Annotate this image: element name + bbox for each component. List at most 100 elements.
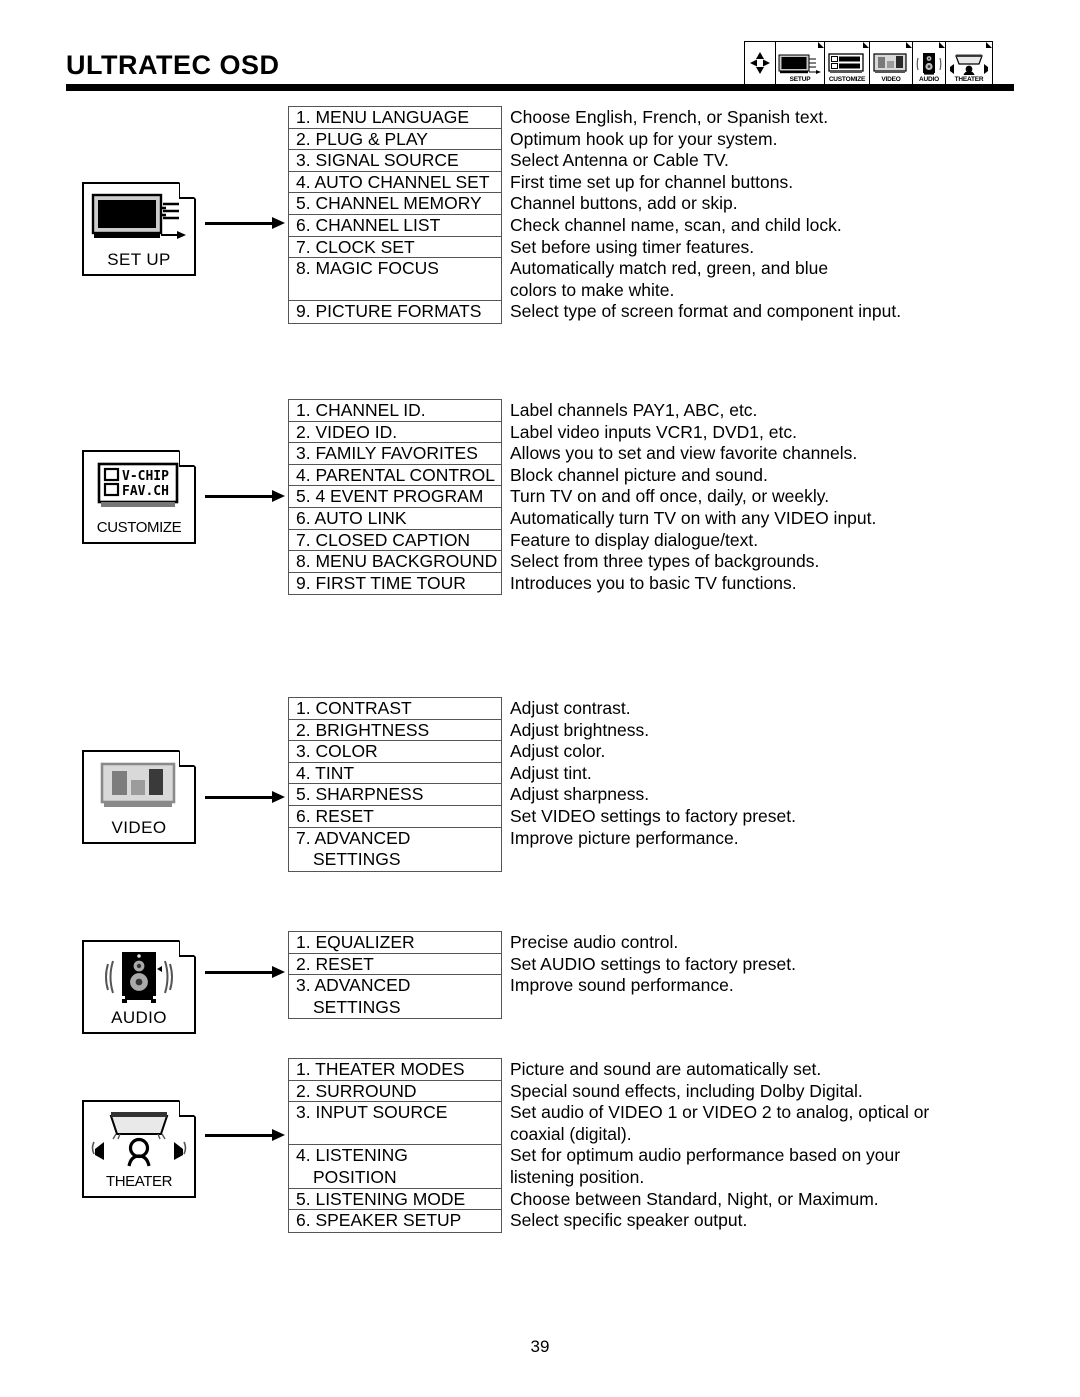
- description-text: Automatically match red, green, and blue: [510, 258, 829, 279]
- menu-item[interactable]: 1. EQUALIZER: [289, 932, 501, 954]
- description-text: Adjust brightness.: [510, 719, 650, 740]
- description-text: Feature to display dialogue/text.: [510, 529, 759, 550]
- description-text: Adjust tint.: [510, 762, 592, 783]
- corner-fold-icon: [818, 42, 824, 48]
- description-text: Select specific speaker output.: [510, 1210, 748, 1231]
- menu-item[interactable]: 9. FIRST TIME TOUR: [289, 573, 501, 595]
- description-text: Choose between Standard, Night, or Maxim…: [510, 1188, 879, 1209]
- toolbar-tab-theater[interactable]: THEATER: [946, 42, 992, 84]
- corner-fold-icon: [906, 42, 912, 48]
- header-rule: [66, 84, 1014, 91]
- menu-item[interactable]: 7. CLOSED CAPTION: [289, 530, 501, 552]
- menu-item[interactable]: 1. CHANNEL ID.: [289, 400, 501, 422]
- description-text: Choose English, French, or Spanish text.: [510, 107, 829, 127]
- menu-item[interactable]: 6. AUTO LINK: [289, 508, 501, 530]
- section-icon-label: CUSTOMIZE: [96, 519, 182, 536]
- menu-item[interactable]: 9. PICTURE FORMATS: [289, 301, 501, 323]
- menu-descriptions-theater: Picture and sound are automatically set.…: [510, 1059, 929, 1232]
- section-icon-theater[interactable]: THEATER: [82, 1100, 196, 1198]
- page-header: ULTRATEC OSD SETUP CUSTOMIZE VIDEO AUDIO…: [0, 0, 1080, 95]
- description-text: Precise audio control.: [510, 932, 679, 952]
- section-icon-audio[interactable]: AUDIO: [82, 940, 196, 1034]
- menu-item[interactable]: 4. PARENTAL CONTROL: [289, 465, 501, 487]
- section-icon-label: SET UP: [107, 250, 171, 269]
- corner-fold-icon: [179, 750, 196, 767]
- section-icon-video[interactable]: VIDEO: [82, 750, 196, 844]
- description-text: Select Antenna or Cable TV.: [510, 150, 729, 171]
- menu-item[interactable]: 1. MENU LANGUAGE: [289, 107, 501, 129]
- menu-item[interactable]: 7. CLOCK SET: [289, 237, 501, 259]
- menu-item[interactable]: 5. LISTENING MODE: [289, 1189, 501, 1211]
- corner-fold-icon: [939, 42, 945, 48]
- menu-item[interactable]: 3. SIGNAL SOURCE: [289, 150, 501, 172]
- tv-with-plug-icon: [84, 184, 194, 250]
- menu-item[interactable]: 2. RESET: [289, 954, 501, 976]
- toolbar-tab-label: SETUP: [789, 76, 811, 83]
- menu-descriptions-setup: Choose English, French, or Spanish text.…: [510, 107, 901, 323]
- description-text: Select from three types of backgrounds.: [510, 551, 820, 572]
- description-text: Label channels PAY1, ABC, etc.: [510, 400, 758, 420]
- toolbar-tab-label: CUSTOMIZE: [828, 76, 866, 83]
- menu-item[interactable]: 4. AUTO CHANNEL SET: [289, 172, 501, 194]
- vchip-favch-screen-icon: V-CHIP FAV.CH: [84, 452, 194, 518]
- speaker-icon: [915, 52, 943, 76]
- four-way-arrow-icon: [749, 51, 771, 75]
- description-text: Set VIDEO settings to factory preset.: [510, 805, 796, 826]
- menu-item[interactable]: 5. 4 EVENT PROGRAM: [289, 486, 501, 508]
- menu-item[interactable]: 3. INPUT SOURCE: [289, 1102, 501, 1146]
- corner-fold-icon: [179, 182, 196, 199]
- section-icon-label: AUDIO: [111, 1008, 167, 1027]
- menu-item[interactable]: 3. COLOR: [289, 741, 501, 763]
- section-icon-customize[interactable]: V-CHIP FAV.CH CUSTOMIZE: [82, 450, 196, 544]
- section-icon-label: THEATER: [105, 1173, 173, 1190]
- connector-arrow-setup: [205, 217, 285, 229]
- toolbar-tab-label: AUDIO: [919, 76, 939, 83]
- description-text: Adjust contrast.: [510, 698, 631, 718]
- menu-item[interactable]: 5. CHANNEL MEMORY: [289, 193, 501, 215]
- section-icon-label: VIDEO: [111, 818, 167, 837]
- menu-item[interactable]: 8. MENU BACKGROUND: [289, 551, 501, 573]
- menu-item[interactable]: 4. TINT: [289, 763, 501, 785]
- osd-icon-toolbar: SETUP CUSTOMIZE VIDEO AUDIO THEATER: [744, 41, 993, 85]
- menu-item[interactable]: 8. MAGIC FOCUS: [289, 258, 501, 302]
- menu-item[interactable]: 6. CHANNEL LIST: [289, 215, 501, 237]
- home-theater-icon: [948, 52, 990, 76]
- menu-list-theater: 1. THEATER MODES 2. SURROUND 3. INPUT SO…: [288, 1058, 502, 1233]
- menu-list-video: 1. CONTRAST 2. BRIGHTNESS 3. COLOR 4. TI…: [288, 697, 502, 872]
- toolbar-tab-video[interactable]: VIDEO: [870, 42, 913, 84]
- toolbar-tab-label: VIDEO: [881, 76, 901, 83]
- home-theater-icon: [84, 1102, 194, 1172]
- menu-item[interactable]: 2. VIDEO ID.: [289, 422, 501, 444]
- description-text: Optimum hook up for your system.: [510, 128, 778, 149]
- menu-item[interactable]: 7. ADVANCED SETTINGS: [289, 828, 501, 871]
- description-text: coaxial (digital).: [510, 1123, 632, 1144]
- toolbar-tab-setup[interactable]: SETUP: [776, 42, 825, 84]
- description-text: First time set up for channel buttons.: [510, 171, 794, 192]
- osd-menu-overview-page: ULTRATEC OSD SETUP CUSTOMIZE VIDEO AUDIO…: [0, 0, 1080, 1397]
- connector-arrow-theater: [205, 1129, 285, 1141]
- menu-list-setup: 1. MENU LANGUAGE 2. PLUG & PLAY 3. SIGNA…: [288, 106, 502, 324]
- menu-item[interactable]: 1. THEATER MODES: [289, 1059, 501, 1081]
- corner-fold-icon: [179, 450, 196, 467]
- menu-item[interactable]: 2. PLUG & PLAY: [289, 129, 501, 151]
- toolbar-tab-audio[interactable]: AUDIO: [913, 42, 946, 84]
- picture-bars-screen-icon: [84, 752, 194, 818]
- svg-text:V-CHIP: V-CHIP: [122, 469, 169, 484]
- toolbar-tab-customize[interactable]: CUSTOMIZE: [825, 42, 870, 84]
- menu-item[interactable]: 3. FAMILY FAVORITES: [289, 443, 501, 465]
- menu-item[interactable]: 2. SURROUND: [289, 1081, 501, 1103]
- menu-descriptions-audio: Precise audio control. Set AUDIO setting…: [510, 932, 796, 997]
- menu-item[interactable]: 2. BRIGHTNESS: [289, 720, 501, 742]
- menu-list-customize: 1. CHANNEL ID. 2. VIDEO ID. 3. FAMILY FA…: [288, 399, 502, 596]
- description-text: Improve sound performance.: [510, 975, 734, 996]
- menu-item[interactable]: 3. ADVANCED SETTINGS: [289, 975, 501, 1018]
- menu-item[interactable]: 5. SHARPNESS: [289, 784, 501, 806]
- section-icon-setup[interactable]: SET UP: [82, 182, 196, 276]
- menu-item[interactable]: 1. CONTRAST: [289, 698, 501, 720]
- page-number: 39: [530, 1337, 550, 1356]
- nav-pad-cell[interactable]: [745, 42, 776, 84]
- menu-item[interactable]: 4. LISTENING POSITION: [289, 1145, 501, 1189]
- menu-item[interactable]: 6. SPEAKER SETUP: [289, 1210, 501, 1232]
- description-text: Automatically turn TV on with any VIDEO …: [510, 507, 877, 528]
- menu-item[interactable]: 6. RESET: [289, 806, 501, 828]
